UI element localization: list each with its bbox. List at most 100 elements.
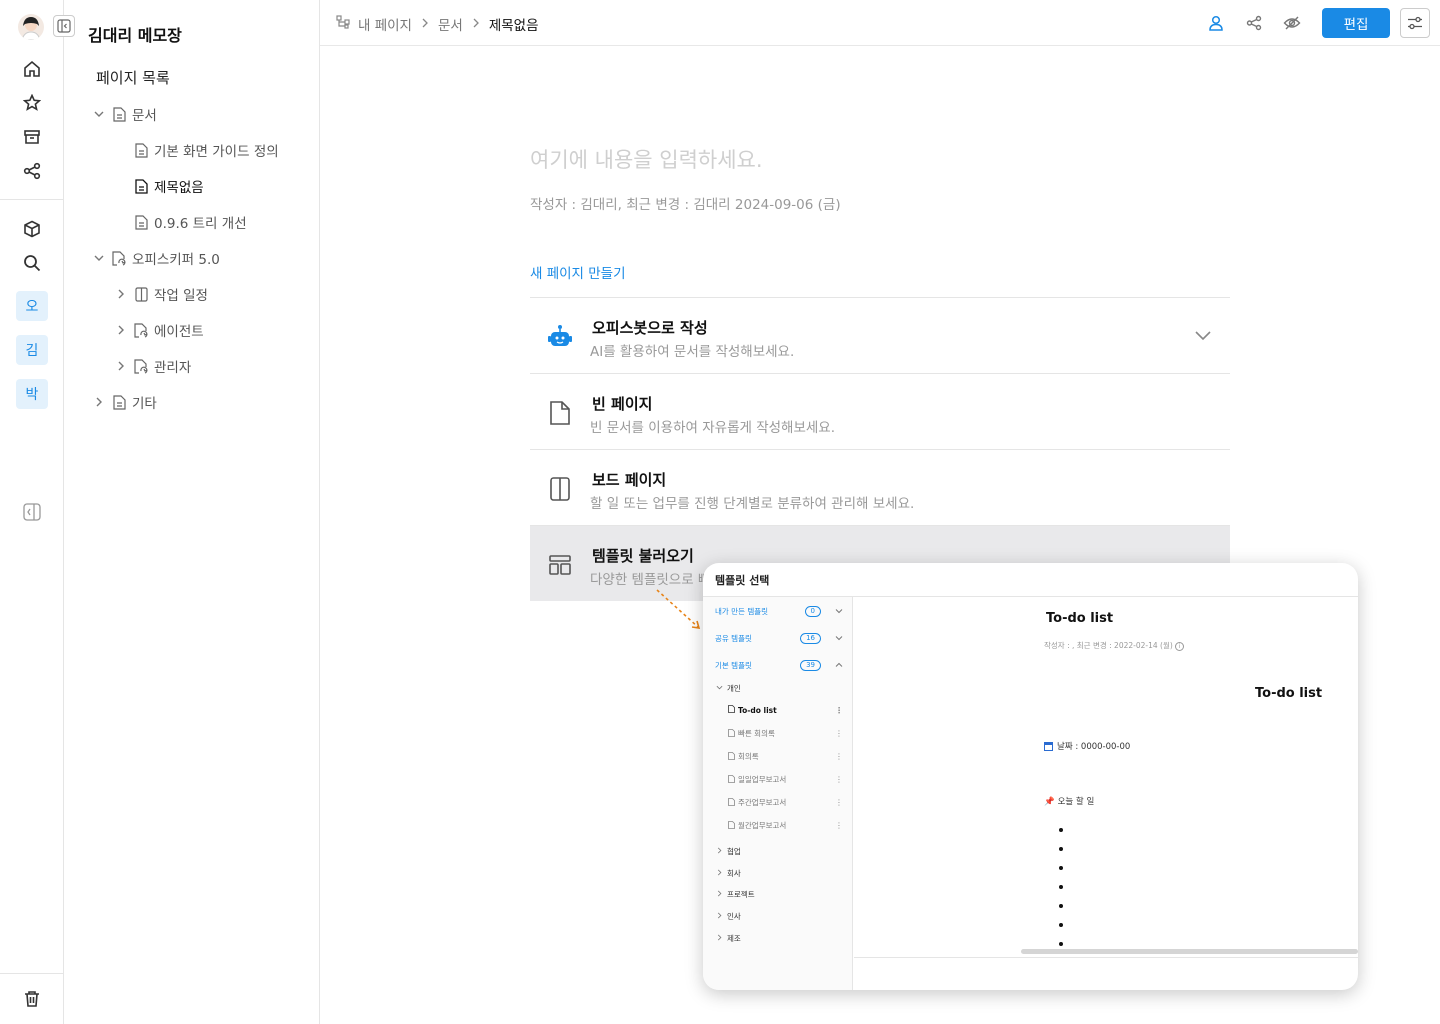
tree-item-admin[interactable]: 관리자 (114, 356, 191, 376)
tree-item-untitled[interactable]: 제목없음 (134, 176, 204, 196)
template-item[interactable]: 주간업무보고서 ⋮ (728, 797, 843, 808)
option-officebot[interactable]: 오피스봇으로 작성 AI를 활용하여 문서를 작성해보세요. (530, 297, 1230, 373)
document-icon (728, 751, 735, 762)
template-item[interactable]: 일일업무보고서 ⋮ (728, 774, 843, 785)
rail-divider (0, 199, 63, 200)
breadcrumb-current: 제목없음 (488, 18, 539, 34)
group-my-templates[interactable]: 내가 만든 템플릿 0 (715, 606, 845, 617)
chevron-right-icon[interactable] (114, 323, 128, 337)
category-label: 인사 (727, 912, 741, 921)
bullet-point (1059, 828, 1063, 832)
template-item[interactable]: 월간업무보고서 ⋮ (728, 820, 843, 831)
preview-big-title: To-do list (1255, 686, 1323, 701)
search-icon[interactable] (20, 251, 44, 275)
option-title: 템플릿 불러오기 (592, 547, 694, 565)
document-icon (728, 728, 735, 739)
app-title: 김대리 메모장 (88, 26, 182, 45)
page-tree-panel: 김대리 메모장 페이지 목록 문서 기본 화면 가이드 정의 제목없음 0.9.… (64, 0, 320, 1024)
group-basic-templates[interactable]: 기본 템플릿 39 (715, 660, 845, 671)
chevron-right-icon[interactable] (92, 395, 106, 409)
more-vertical-icon[interactable]: ⋮ (835, 752, 843, 761)
share-icon[interactable] (1242, 11, 1266, 35)
horizontal-scrollbar[interactable] (1021, 949, 1358, 954)
trash-icon[interactable] (20, 987, 44, 1011)
category-item[interactable]: 회사 (716, 868, 741, 879)
settings-sliders-icon[interactable] (1400, 8, 1430, 38)
home-icon[interactable] (20, 57, 44, 81)
rail-divider-bottom (0, 973, 63, 974)
option-desc: 빈 문서를 이용하여 자유롭게 작성해보세요. (590, 420, 836, 436)
chevron-right-icon (716, 912, 723, 921)
chevron-right-icon (716, 890, 723, 899)
template-item[interactable]: To-do list ⋮ (728, 705, 843, 715)
info-icon[interactable]: i (1175, 641, 1185, 651)
more-vertical-icon[interactable]: ⋮ (835, 821, 843, 830)
subgroup-personal[interactable]: 개인 (716, 683, 741, 694)
chevron-right-icon[interactable] (114, 359, 128, 373)
category-item[interactable]: 인사 (716, 911, 741, 922)
more-vertical-icon[interactable]: ⋮ (835, 775, 843, 784)
chevron-down-icon[interactable] (1194, 326, 1212, 345)
tree-item-etc[interactable]: 기타 (92, 392, 157, 412)
cube-icon[interactable] (20, 217, 44, 241)
more-vertical-icon[interactable]: ⋮ (835, 729, 843, 738)
category-item[interactable]: 협업 (716, 846, 741, 857)
hierarchy-icon (336, 15, 350, 33)
category-item[interactable]: 제조 (716, 933, 741, 944)
page-meta: 작성자 : 김대리, 최근 변경 : 김대리 2024-09-06 (금) (530, 197, 841, 213)
template-label: 월간업무보고서 (738, 821, 787, 830)
chevron-down-icon[interactable] (835, 634, 843, 644)
board-icon (134, 286, 148, 302)
workspace-o[interactable]: 오 (16, 291, 48, 321)
option-board-page[interactable]: 보드 페이지 할 일 또는 업무를 진행 단계별로 분류하여 관리해 보세요. (530, 449, 1230, 525)
document-icon (134, 142, 148, 158)
eye-off-icon[interactable] (1280, 11, 1304, 35)
breadcrumb: 내 페이지 문서 제목없음 (336, 14, 539, 34)
category-label: 제조 (727, 934, 741, 943)
collapse-sidebar-button[interactable] (53, 15, 75, 37)
modal-title: 템플릿 선택 (715, 574, 770, 587)
template-item[interactable]: 빠른 회의록 ⋮ (728, 728, 843, 739)
new-page-heading: 새 페이지 만들기 (530, 266, 626, 282)
star-icon[interactable] (20, 91, 44, 115)
document-icon (134, 178, 148, 194)
panel-toggle-icon[interactable] (20, 500, 44, 524)
chevron-right-icon[interactable] (114, 287, 128, 301)
template-item[interactable]: 회의록 ⋮ (728, 751, 843, 762)
chevron-down-icon[interactable] (92, 251, 106, 265)
chevron-down-icon[interactable] (92, 107, 106, 121)
annotation-arrow (656, 589, 701, 629)
chevron-right-icon (471, 16, 481, 32)
share-icon[interactable] (20, 159, 44, 183)
chevron-up-icon[interactable] (835, 661, 843, 671)
edit-button[interactable]: 편집 (1322, 8, 1390, 38)
preview-footer-divider (854, 957, 1358, 958)
tree-item-tree-improve[interactable]: 0.9.6 트리 개선 (134, 212, 247, 232)
category-label: 프로젝트 (727, 890, 755, 899)
preview-meta: 작성자 : , 최근 변경 : 2022-02-14 (월) i (1044, 640, 1185, 651)
breadcrumb-my-page[interactable]: 내 페이지 (358, 14, 412, 34)
group-shared-templates[interactable]: 공유 템플릿 16 (715, 633, 845, 644)
more-vertical-icon[interactable]: ⋮ (835, 798, 843, 807)
workspace-kim[interactable]: 김 (16, 335, 48, 365)
content-placeholder[interactable]: 여기에 내용을 입력하세요. (530, 144, 763, 174)
option-desc: AI를 활용하여 문서를 작성해보세요. (590, 344, 795, 360)
tree-item-agent[interactable]: 에이전트 (114, 320, 204, 340)
user-avatar[interactable] (18, 14, 44, 40)
user-icon[interactable] (1204, 11, 1228, 35)
more-vertical-icon[interactable]: ⋮ (835, 706, 843, 715)
workspace-park[interactable]: 박 (16, 379, 48, 409)
tree-item-guide[interactable]: 기본 화면 가이드 정의 (134, 140, 279, 160)
option-blank-page[interactable]: 빈 페이지 빈 문서를 이용하여 자유롭게 작성해보세요. (530, 373, 1230, 449)
archive-icon[interactable] (20, 125, 44, 149)
tree-item-label: 작업 일정 (154, 288, 208, 304)
breadcrumb-documents[interactable]: 문서 (438, 14, 463, 34)
category-item[interactable]: 프로젝트 (716, 889, 755, 900)
preview-meta-text: 작성자 : , 최근 변경 : 2022-02-14 (월) (1044, 641, 1173, 650)
category-label: 회사 (727, 869, 741, 878)
tree-item-schedule[interactable]: 작업 일정 (114, 284, 208, 304)
tree-item-label: 제목없음 (154, 180, 204, 196)
chevron-down-icon[interactable] (835, 607, 843, 617)
tree-item-officekeeper[interactable]: 오피스키퍼 5.0 (92, 248, 220, 268)
tree-item-documents[interactable]: 문서 (92, 104, 157, 124)
